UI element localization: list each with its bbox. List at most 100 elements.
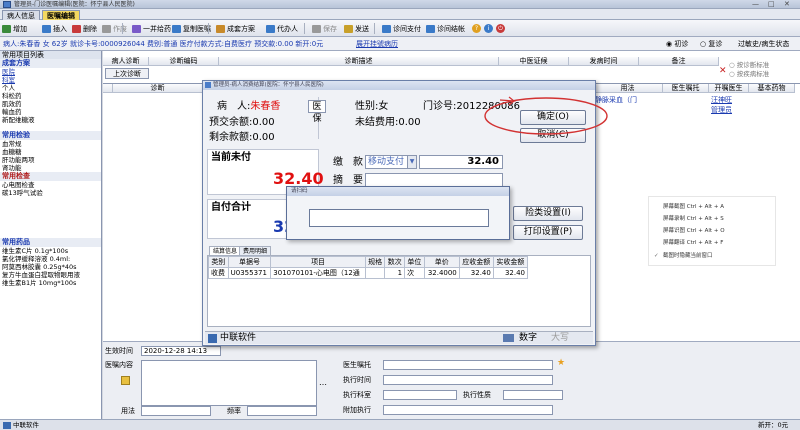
- tab-patient-info[interactable]: 病人信息: [2, 10, 40, 20]
- menu-item-ocr[interactable]: 屏幕识图 Ctrl + Alt + O: [663, 227, 725, 235]
- toolbar-button-9[interactable]: 发送: [344, 23, 369, 35]
- close-icon[interactable]: ✕: [784, 0, 790, 9]
- maximize-icon[interactable]: □: [768, 0, 775, 9]
- scan-code-dialog: 请扫码: [286, 186, 510, 240]
- revisit-radio[interactable]: ○ 复诊: [700, 39, 722, 49]
- toolbar-separator: [122, 23, 123, 34]
- first-visit-radio[interactable]: ◉ 初诊: [666, 39, 688, 49]
- exec-nature-select[interactable]: [503, 390, 563, 400]
- toolbar-button-2[interactable]: 删除: [72, 23, 97, 35]
- left-section-header[interactable]: 成套方案: [0, 59, 101, 68]
- summary-input[interactable]: [365, 173, 503, 187]
- menu-item-capture[interactable]: 屏幕截图 Ctrl + Alt + A: [663, 203, 724, 211]
- content-input[interactable]: [141, 360, 317, 406]
- insurance-setting-button[interactable]: 险类设置(I): [513, 206, 583, 221]
- extra-exec-input[interactable]: [383, 405, 553, 415]
- left-list-item[interactable]: 新配维糖液: [2, 116, 100, 124]
- left-list-item[interactable]: 血糖糖: [2, 148, 100, 156]
- toolbar-icon-5: [172, 25, 181, 33]
- star-icon[interactable]: ★: [557, 359, 566, 368]
- effective-time-input[interactable]: 2020-12-28 14:13: [141, 346, 221, 356]
- pay-method-select[interactable]: 移动支付 ▼: [365, 155, 417, 169]
- exec-nature-label: 执行性质: [463, 391, 491, 399]
- effective-time-label: 生效时间: [105, 347, 133, 355]
- row-doctor[interactable]: 管理员: [711, 105, 732, 115]
- left-list-item[interactable]: 科室: [2, 76, 100, 84]
- menu-item-translate[interactable]: 屏幕翻译 Ctrl + Alt + F: [663, 239, 723, 247]
- left-list-item[interactable]: 血常规: [2, 140, 100, 148]
- remaining-balance: 剩余款额:0.00: [209, 132, 275, 143]
- pay-amount-input[interactable]: 32.40: [419, 155, 503, 169]
- doctor-note-input[interactable]: [383, 360, 553, 370]
- toolbar-icon-11: [426, 25, 435, 33]
- content-more-button[interactable]: …: [319, 378, 327, 387]
- left-list-item[interactable]: 肝功能两项: [2, 156, 100, 164]
- left-list-item[interactable]: 肌效药: [2, 100, 100, 108]
- left-list-item[interactable]: 维生素B1片 10mg*100s: [2, 279, 100, 287]
- toolbar-button-0[interactable]: 增加: [2, 23, 27, 35]
- tab-fee-detail[interactable]: 费用明细: [239, 246, 272, 255]
- toolbar-button-4[interactable]: 一并给药: [132, 23, 171, 35]
- exec-time-input[interactable]: [383, 375, 553, 385]
- power-icon[interactable]: ⏻: [496, 24, 505, 33]
- exec-dept-select[interactable]: [383, 390, 457, 400]
- diag-code-header: 诊断编码: [149, 57, 219, 66]
- toolbar-button-6[interactable]: 成套方案: [216, 23, 255, 35]
- frequency-select[interactable]: [247, 406, 317, 416]
- menu-item-hide-window[interactable]: ✓ 截图时隐藏当前窗口: [654, 252, 713, 260]
- left-list-item[interactable]: 阿莫西林胶囊 0.25g*40s: [2, 263, 100, 271]
- info-icon[interactable]: i: [484, 24, 493, 33]
- menu-item-record[interactable]: 屏幕录制 Ctrl + Alt + S: [663, 215, 724, 223]
- expand-record-link[interactable]: 展开挂號病历: [356, 39, 398, 49]
- fee-table-cell: 32.40: [458, 267, 494, 279]
- grid-diag-header: 诊断: [113, 84, 203, 93]
- toolbar-button-7[interactable]: 代办人: [266, 23, 298, 35]
- left-list-item[interactable]: 医院: [2, 68, 100, 76]
- extra-exec-label: 附加执行: [343, 406, 371, 414]
- diag-header: 病人诊断: [103, 57, 149, 66]
- left-section-header[interactable]: 常用检查: [0, 172, 101, 181]
- scan-code-input[interactable]: [309, 209, 489, 227]
- toolbar-button-5[interactable]: 复制医嘱: [172, 23, 211, 35]
- tab-order-edit[interactable]: 医嘱编辑: [42, 10, 80, 20]
- unsettled-fee: 未结费用:0.00: [355, 117, 421, 128]
- content-picker-icon[interactable]: [121, 376, 130, 385]
- minimize-icon[interactable]: —: [752, 0, 759, 9]
- numlock-indicator: 数字: [519, 333, 538, 343]
- frequency-label: 频率: [227, 407, 241, 415]
- help-icon[interactable]: ?: [472, 24, 481, 33]
- toolbar-button-10[interactable]: 诊间支付: [382, 23, 421, 35]
- print-setting-button[interactable]: 打印设置(P): [513, 225, 583, 240]
- toolbar-icon-10: [382, 25, 391, 33]
- toolbar-button-3[interactable]: 作废: [102, 23, 127, 35]
- left-section-header[interactable]: 常用检验: [0, 131, 101, 140]
- fee-table-header: 单位: [404, 256, 425, 268]
- left-list-item[interactable]: 心电图检查: [2, 181, 100, 189]
- disease-standard-radio[interactable]: ○ 按疾病标准: [729, 68, 769, 78]
- status-new-amount: 新开：0元: [758, 421, 789, 429]
- left-list-item[interactable]: 肾功能: [2, 164, 100, 172]
- fee-table-header: 应收金额: [458, 256, 494, 268]
- left-list-item[interactable]: 氯化钾缓释溶液 0.4ml:: [2, 255, 100, 263]
- last-diagnosis-button[interactable]: 上次诊断: [105, 68, 149, 79]
- allergy-button[interactable]: 过敏史/病生状态: [738, 39, 789, 49]
- usage-select[interactable]: [141, 406, 211, 416]
- row-doctor-2[interactable]: 汪神旺: [711, 95, 732, 105]
- footer-brand: 中联软件: [220, 333, 257, 343]
- left-section-header[interactable]: 常用药品: [0, 238, 101, 247]
- left-list-item[interactable]: 个人: [2, 84, 100, 92]
- left-list-item[interactable]: 维生素C片 0.1g*100s: [2, 247, 100, 255]
- left-list-item[interactable]: 复方牛血蛋白提取物眼用液: [2, 271, 100, 279]
- toolbar-button-8[interactable]: 保存: [312, 23, 337, 35]
- fee-table-row[interactable]: 收费 U0355371 301070101-心电图（12通 1 次 32.4000 32.4…: [208, 267, 529, 279]
- onset-header: 发病时间: [569, 57, 639, 66]
- left-list-item[interactable]: 科松药: [2, 92, 100, 100]
- chevron-down-icon[interactable]: ▼: [407, 156, 416, 168]
- toolbar-button-11[interactable]: 诊间结帐: [426, 23, 465, 35]
- delete-diag-icon[interactable]: ✕: [719, 67, 727, 76]
- left-list-item[interactable]: 碳13呼气试验: [2, 189, 100, 197]
- insurance-button[interactable]: 医保: [308, 100, 326, 124]
- left-list-item[interactable]: 輸血药: [2, 108, 100, 116]
- toolbar-button-1[interactable]: 插入: [42, 23, 67, 35]
- tab-settlement-info[interactable]: 结算信息: [209, 246, 242, 255]
